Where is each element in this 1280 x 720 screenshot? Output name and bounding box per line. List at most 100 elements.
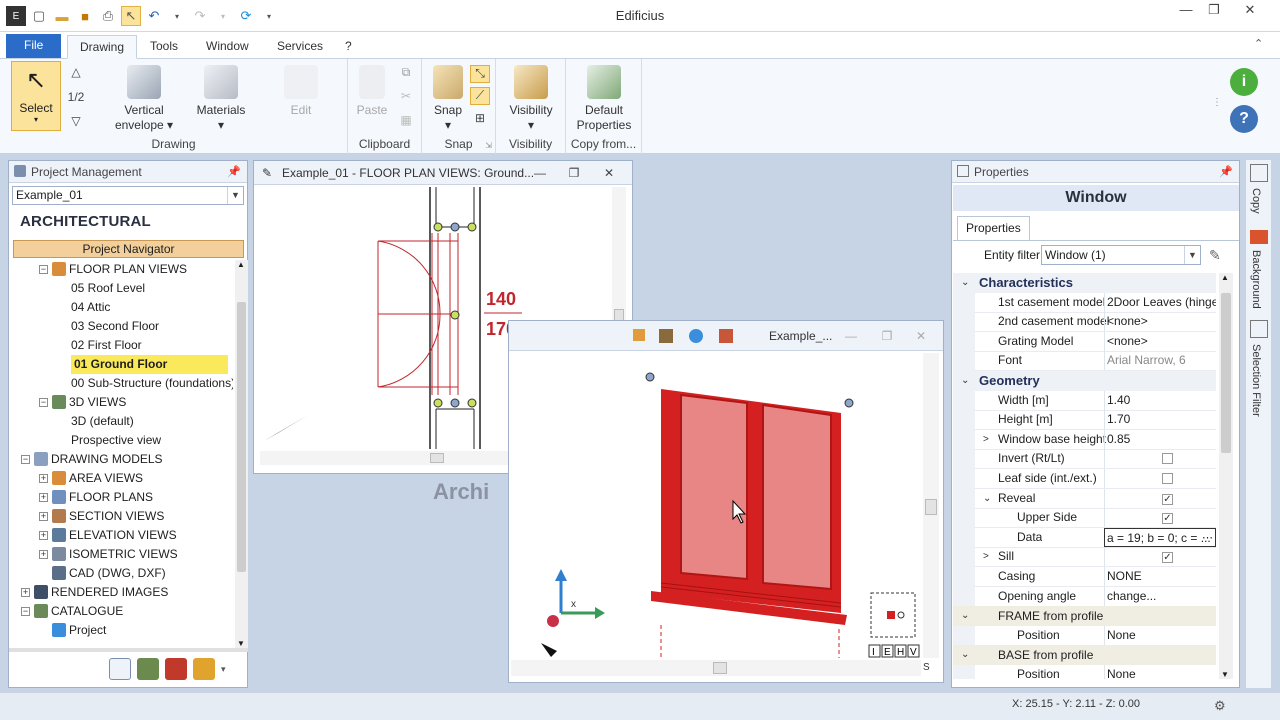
entity-filter-chevron-icon[interactable]: ▼ [1184, 246, 1200, 264]
side-tab-background[interactable]: Background [1250, 250, 1262, 309]
snap-endpoint-icon[interactable]: ⤡ [470, 65, 490, 83]
property-value[interactable] [1104, 449, 1216, 468]
tree-item[interactable]: 3D VIEWS [69, 393, 126, 412]
category-expander-icon[interactable]: ⌄ [961, 645, 969, 665]
property-category[interactable]: ⌄ Characteristics [953, 273, 1216, 293]
tree-expander-icon[interactable]: − [21, 455, 30, 464]
property-value[interactable]: <none> [1104, 312, 1216, 331]
snap-line-icon[interactable]: ⟋ [470, 87, 490, 105]
property-value-editor[interactable]: a = 19; b = 0; c = ... ⋯ [1104, 528, 1216, 547]
tab-services[interactable]: Services [265, 35, 335, 59]
model-icon[interactable] [659, 329, 673, 343]
background-tab-icon[interactable] [1250, 230, 1268, 244]
row-expander-icon[interactable]: > [983, 547, 989, 566]
side-tab-copy[interactable]: Copy [1250, 188, 1262, 214]
tree-item[interactable]: RENDERED IMAGES [51, 583, 168, 602]
tab-window[interactable]: Window [194, 35, 261, 59]
tree-item[interactable]: ELEVATION VIEWS [69, 526, 177, 545]
property-value[interactable]: None [1104, 665, 1216, 679]
tree-item[interactable]: ISOMETRIC VIEWS [69, 545, 178, 564]
close-icon[interactable]: ✕ [1236, 2, 1264, 20]
view3d-minimize-icon[interactable]: — [841, 321, 861, 351]
tree-expander-icon[interactable]: − [39, 265, 48, 274]
toolbar-more-icon[interactable]: ▾ [221, 658, 226, 682]
tree-item[interactable]: 05 Roof Level [71, 279, 145, 298]
tree-expander-icon[interactable]: + [21, 588, 30, 597]
architectural-view-icon[interactable] [109, 658, 131, 680]
view-selector-widget[interactable] [870, 592, 916, 638]
doc-close-icon[interactable]: ✕ [599, 161, 619, 185]
category-expander-icon[interactable]: ⌄ [961, 273, 969, 293]
view-buttons[interactable]: I E H V [868, 644, 920, 658]
tree-expander-icon[interactable]: + [39, 474, 48, 483]
open-folder-icon[interactable]: ▬ [52, 6, 72, 26]
scroll-down-icon[interactable]: ▼ [237, 639, 245, 648]
floor-plan-hscroll-thumb[interactable] [430, 453, 444, 463]
half-button[interactable]: 1/2 [64, 90, 88, 108]
copy-icon[interactable]: ⧉ [396, 65, 416, 83]
snap-grid-icon[interactable]: ⊞ [470, 111, 490, 129]
tree-scroll-thumb[interactable] [237, 302, 246, 572]
property-subcategory[interactable]: ⌄ BASE from profile [953, 645, 1216, 665]
property-category[interactable]: ⌄ Geometry [953, 371, 1216, 391]
tree-item[interactable]: Project [69, 621, 106, 640]
window-3d-model[interactable] [651, 389, 847, 658]
tree-expander-icon[interactable]: + [39, 531, 48, 540]
doc-minimize-icon[interactable]: — [530, 161, 550, 185]
property-value[interactable]: None [1104, 626, 1216, 645]
properties-scroll-thumb[interactable] [1221, 293, 1231, 453]
minimize-icon[interactable]: — [1172, 2, 1200, 20]
mep-icon[interactable] [193, 658, 215, 680]
properties-vertical-scrollbar[interactable]: ▲ ▼ [1219, 273, 1233, 679]
row-expander-icon[interactable]: ⌄ [983, 489, 991, 508]
view-3d-canvas[interactable]: x I E H V [511, 353, 921, 658]
project-navigator-button[interactable]: Project Navigator [13, 240, 244, 258]
selection-filter-tab-icon[interactable] [1250, 320, 1268, 338]
tab-help[interactable]: ? [333, 35, 364, 59]
tree-item[interactable]: DRAWING MODELS [51, 450, 163, 469]
property-value[interactable]: change... [1104, 587, 1216, 606]
redo-icon[interactable]: ↷ [190, 6, 210, 26]
tab-properties[interactable]: Properties [957, 216, 1030, 240]
tree-item[interactable]: AREA VIEWS [69, 469, 143, 488]
tree-item[interactable]: 04 Attic [71, 298, 110, 317]
status-settings-icon[interactable]: ⚙ [1214, 698, 1226, 714]
side-tab-selection-filter[interactable]: Selection Filter [1250, 344, 1262, 417]
default-properties-button[interactable]: Default Properties [570, 65, 638, 133]
property-value[interactable]: Arial Narrow, 6 [1104, 351, 1216, 370]
property-value[interactable]: 1.40 [1104, 391, 1216, 410]
property-value[interactable]: 1.70 [1104, 410, 1216, 429]
tree-item[interactable]: FLOOR PLANS [69, 488, 153, 507]
snap-button[interactable]: Snap ▾ [428, 65, 468, 133]
tree-item[interactable]: SECTION VIEWS [69, 507, 164, 526]
property-value[interactable]: NONE [1104, 567, 1216, 586]
tree-item[interactable]: FLOOR PLAN VIEWS [69, 260, 187, 279]
property-checkbox[interactable] [1162, 453, 1173, 464]
properties-scroll-up-icon[interactable]: ▲ [1221, 273, 1229, 282]
property-value[interactable]: <none> [1104, 332, 1216, 351]
filter-options-icon[interactable]: ✎ [1209, 247, 1221, 264]
property-value[interactable]: 0.85 [1104, 430, 1216, 449]
undo-dropdown-icon[interactable]: ▾ [167, 6, 187, 26]
paste-button[interactable]: Paste [354, 65, 390, 118]
tree-expander-icon[interactable]: + [39, 550, 48, 559]
customize-qat-icon[interactable]: ▾ [259, 6, 279, 26]
new-file-icon[interactable]: ▢ [29, 6, 49, 26]
view3d-vscroll-thumb[interactable] [925, 499, 937, 515]
redo-dropdown-icon[interactable]: ▾ [213, 6, 233, 26]
structural-icon[interactable] [165, 658, 187, 680]
pin-icon[interactable]: 📌 [227, 161, 241, 183]
ribbon-overflow-icon[interactable]: ⋮ [1212, 97, 1222, 108]
property-value[interactable] [1104, 469, 1216, 488]
category-expander-icon[interactable]: ⌄ [961, 606, 969, 626]
property-checkbox[interactable] [1162, 473, 1173, 484]
undo-icon[interactable]: ↶ [144, 6, 164, 26]
property-checkbox[interactable]: ✓ [1162, 552, 1173, 563]
view3d-vertical-scrollbar[interactable] [923, 353, 939, 658]
visibility-button[interactable]: Visibility ▾ [500, 65, 562, 133]
tab-drawing[interactable]: Drawing [67, 35, 138, 59]
grip-point-top-right[interactable] [844, 398, 854, 408]
help-icon[interactable]: ? [1230, 105, 1258, 133]
tree-item[interactable]: CATALOGUE [51, 602, 123, 621]
properties-scroll-down-icon[interactable]: ▼ [1221, 670, 1229, 679]
